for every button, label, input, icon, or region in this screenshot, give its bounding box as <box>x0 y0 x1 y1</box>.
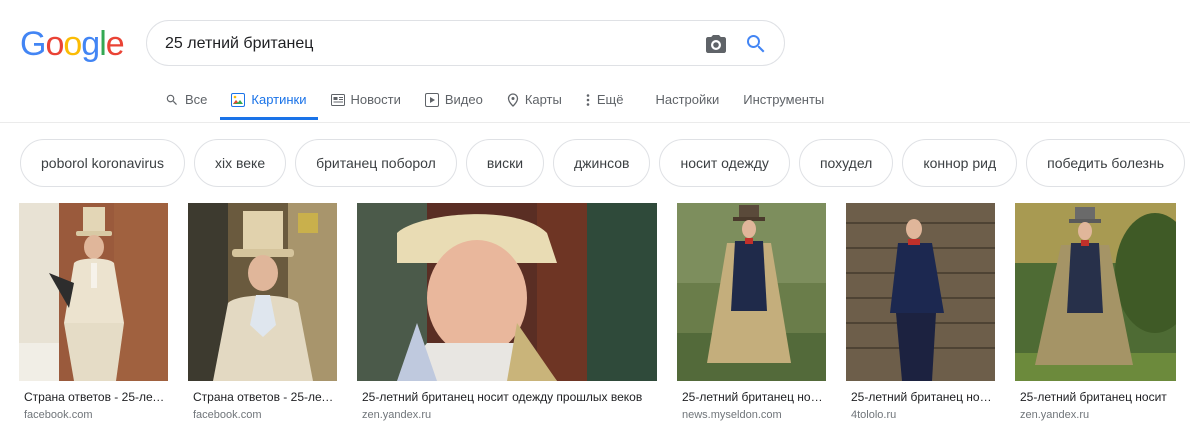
tab-more[interactable]: Ещё <box>586 88 624 111</box>
tab-label: Картинки <box>251 92 307 107</box>
chip[interactable]: носит одежду <box>659 139 790 187</box>
tab-label: Видео <box>444 92 483 107</box>
tab-all[interactable]: Все <box>165 88 207 111</box>
result-source: zen.yandex.ru <box>1020 409 1090 421</box>
tab-maps[interactable]: Карты <box>507 88 562 111</box>
tab-video[interactable]: Видео <box>424 88 483 111</box>
result-source: 4tololo.ru <box>851 409 897 421</box>
result-thumbnail <box>677 203 826 381</box>
news-icon <box>330 93 345 106</box>
search-icon[interactable] <box>744 32 768 56</box>
tab-label: Настройки <box>655 92 720 107</box>
more-vert-icon <box>586 93 590 106</box>
tab-images[interactable]: Картинки <box>220 88 318 120</box>
image-result[interactable]: 25-летний британец носит news.myseldon.c… <box>677 203 826 421</box>
image-result[interactable]: Страна ответов - 25-летний британец face… <box>188 203 337 421</box>
tab-label: Карты <box>524 92 562 107</box>
logo-letter: e <box>105 25 125 63</box>
result-thumbnail <box>19 203 168 381</box>
logo-letter: g <box>81 25 100 63</box>
chip[interactable]: британец поборол <box>295 139 457 187</box>
result-title: 25-летний британец носит <box>682 390 826 404</box>
chip[interactable]: poborol koronavirus <box>20 139 185 187</box>
tab-tools[interactable]: Инструменты <box>743 88 824 111</box>
logo-letter: G <box>20 25 46 63</box>
tab-label: Инструменты <box>743 92 825 107</box>
result-thumbnail <box>1015 203 1176 381</box>
result-title: 25-летний британец носит одежду прошлых … <box>362 390 643 404</box>
image-result[interactable]: 25-летний британец носит одежду прошлых … <box>357 203 657 421</box>
tab-label: Новости <box>350 92 401 107</box>
map-pin-icon <box>507 92 518 107</box>
video-icon <box>424 92 439 107</box>
tab-label: Ещё <box>596 92 624 107</box>
tab-label: Все <box>185 92 208 107</box>
result-title: Страна ответов - 25-летний британец <box>24 390 168 404</box>
logo-letter: o <box>45 25 64 63</box>
search-box <box>146 20 785 66</box>
chip[interactable]: похудел <box>798 139 894 187</box>
chip[interactable]: виски <box>465 139 545 187</box>
result-thumbnail <box>846 203 995 381</box>
image-result[interactable]: 25-летний британец носит zen.yandex.ru <box>1015 203 1176 421</box>
result-title: 25-летний британец носит <box>1020 390 1167 404</box>
chip[interactable]: победить болезнь <box>1026 139 1186 187</box>
camera-icon[interactable] <box>704 32 728 56</box>
search-tabs: Все Картинки Новости Видео Карты Ещё Нас… <box>165 88 848 122</box>
chip[interactable]: xix веке <box>193 139 287 187</box>
image-icon <box>231 92 246 107</box>
logo-letter: o <box>63 25 82 63</box>
result-source: facebook.com <box>24 409 93 421</box>
result-source: news.myseldon.com <box>682 409 782 421</box>
result-thumbnail <box>357 203 657 381</box>
chip[interactable]: джинсов <box>553 139 651 187</box>
image-result[interactable]: Страна ответов - 25-летний британец face… <box>19 203 168 421</box>
result-title: Страна ответов - 25-летний британец <box>193 390 337 404</box>
search-icon <box>166 94 177 105</box>
image-result[interactable]: 25-летний британец носит 4tololo.ru <box>846 203 995 421</box>
chip[interactable]: коннор рид <box>902 139 1018 187</box>
search-input[interactable] <box>165 34 685 54</box>
related-chips: poborol koronavirus xix веке британец по… <box>20 139 1190 187</box>
result-source: zen.yandex.ru <box>362 409 432 421</box>
result-thumbnail <box>188 203 337 381</box>
tab-news[interactable]: Новости <box>330 88 401 111</box>
tab-settings[interactable]: Настройки <box>655 88 719 111</box>
header-divider <box>0 122 1190 123</box>
google-logo[interactable]: Google <box>20 25 125 64</box>
result-source: facebook.com <box>193 409 262 421</box>
result-title: 25-летний британец носит <box>851 390 995 404</box>
